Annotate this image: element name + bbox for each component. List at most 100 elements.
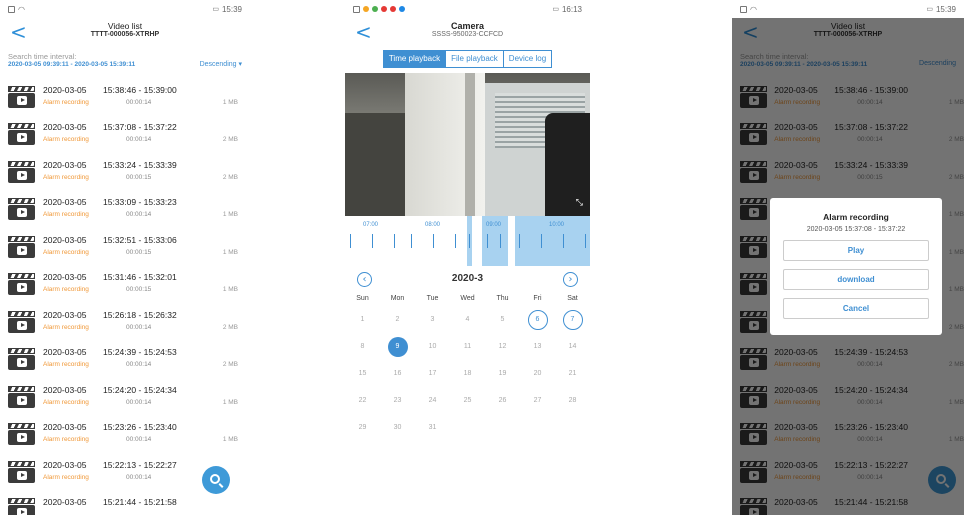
list-item[interactable]: 2020-03-05 15:24:39 - 15:24:53 Alarm recor… — [0, 341, 250, 379]
calendar-day[interactable]: 31 — [415, 414, 450, 441]
list-item[interactable]: 2020-03-05 15:33:09 - 15:33:23 Alarm recor… — [0, 191, 250, 229]
calendar-day[interactable]: 29 — [345, 414, 380, 441]
calendar-day[interactable]: 24 — [415, 387, 450, 414]
back-icon[interactable]: < — [355, 22, 372, 42]
app-icon — [381, 6, 387, 12]
calendar-day-number: 29 — [358, 423, 367, 431]
next-month-icon[interactable]: › — [563, 272, 578, 287]
list-item[interactable]: 2020-03-05 15:38:46 - 15:39:00 Alarm recor… — [0, 78, 250, 116]
calendar-day[interactable]: 20 — [520, 360, 555, 387]
calendar-day[interactable]: 16 — [380, 360, 415, 387]
record-time-range: 15:31:46 - 15:32:01 — [103, 272, 177, 283]
timeline-tick — [350, 234, 351, 248]
back-icon[interactable]: < — [10, 22, 27, 42]
calendar-day[interactable]: 4 — [450, 306, 485, 333]
search-button[interactable] — [202, 466, 230, 494]
calendar-day-number: 12 — [498, 342, 507, 350]
play-icon — [17, 283, 27, 293]
record-info: 2020-03-05 15:31:46 - 15:32:01 Alarm recor… — [43, 270, 238, 298]
app-icon — [399, 6, 405, 12]
calendar-day[interactable]: 1 — [345, 306, 380, 333]
video-clip-icon — [8, 85, 35, 108]
fullscreen-icon[interactable]: ⤡ — [576, 197, 583, 208]
tab-file-playback[interactable]: File playback — [446, 50, 504, 68]
record-size: 2 MB — [222, 323, 238, 331]
calendar-day[interactable]: 22 — [345, 387, 380, 414]
cancel-button[interactable]: Cancel — [783, 298, 929, 319]
calendar-day[interactable]: 19 — [485, 360, 520, 387]
search-interval[interactable]: Search time interval: 2020-03-05 09:39:1… — [0, 48, 250, 78]
calendar-day[interactable]: 14 — [555, 333, 590, 360]
calendar-day[interactable]: 7 — [555, 306, 590, 333]
calendar-weekday: Thu — [496, 295, 509, 302]
clapper-top — [8, 348, 35, 355]
record-size: 1 MB — [222, 98, 238, 106]
list-item[interactable]: 2020-03-05 15:37:08 - 15:37:22 Alarm recor… — [0, 116, 250, 154]
calendar-day[interactable]: 10 — [415, 333, 450, 360]
play-icon — [17, 358, 27, 368]
list-item[interactable]: 2020-03-05 15:32:51 - 15:33:06 Alarm recor… — [0, 228, 250, 266]
timeline-tick — [394, 234, 395, 248]
calendar-day-number: 3 — [430, 315, 435, 323]
calendar-day[interactable]: 30 — [380, 414, 415, 441]
calendar-day[interactable]: 23 — [380, 387, 415, 414]
calendar-day[interactable]: 8 — [345, 333, 380, 360]
download-button[interactable]: download — [783, 269, 929, 290]
calendar-day[interactable]: 13 — [520, 333, 555, 360]
calendar-day[interactable]: 6 — [520, 306, 555, 333]
sort-dropdown[interactable]: Descending ▾ — [200, 60, 242, 68]
play-button[interactable]: Play — [783, 240, 929, 261]
video-clip-icon — [8, 235, 35, 258]
calendar-day[interactable]: 11 — [450, 333, 485, 360]
calendar-day-number: 14 — [568, 342, 577, 350]
record-time-range: 15:33:24 - 15:33:39 — [103, 159, 177, 170]
calendar-day[interactable]: 2 — [380, 306, 415, 333]
calendar-day[interactable]: 3 — [415, 306, 450, 333]
tab-device-log[interactable]: Device log — [503, 50, 553, 68]
play-icon — [17, 95, 27, 105]
calendar-day[interactable]: 17 — [415, 360, 450, 387]
list-item[interactable]: 2020-03-05 15:31:46 - 15:32:01 Alarm recor… — [0, 266, 250, 304]
battery-icon: ▭ — [212, 6, 219, 13]
record-date: 2020-03-05 — [43, 84, 87, 95]
calendar-day[interactable]: 28 — [555, 387, 590, 414]
calendar-day-number: 4 — [465, 315, 470, 323]
record-type: Alarm recording — [43, 286, 89, 294]
calendar-day[interactable]: 25 — [450, 387, 485, 414]
calendar-day[interactable]: 26 — [485, 387, 520, 414]
calendar-day[interactable]: 12 — [485, 333, 520, 360]
sim-icon — [353, 5, 360, 13]
calendar-day[interactable]: 5 — [485, 306, 520, 333]
tab-time-playback[interactable]: Time playback — [382, 50, 447, 68]
calendar-day[interactable]: 15 — [345, 360, 380, 387]
video-clip-icon — [8, 498, 35, 515]
record-info: 2020-03-05 15:24:20 - 15:24:34 Alarm recor… — [43, 383, 238, 411]
video-clip-icon — [8, 423, 35, 446]
timeline-tick — [411, 234, 412, 248]
calendar-day[interactable]: 9 — [380, 333, 415, 360]
calendar-day[interactable]: 18 — [450, 360, 485, 387]
status-bar: ◠ ▭ 15:39 — [0, 0, 250, 18]
record-time-range: 15:22:13 - 15:22:27 — [103, 459, 177, 470]
timeline-tick — [433, 234, 434, 248]
video-player[interactable]: ⤡ — [345, 73, 590, 216]
battery-icon: ▭ — [552, 6, 559, 13]
play-icon — [17, 508, 27, 515]
clapper-top — [8, 385, 35, 392]
list-item[interactable]: 2020-03-05 15:33:24 - 15:33:39 Alarm recor… — [0, 153, 250, 191]
list-item[interactable]: 2020-03-05 15:24:20 - 15:24:34 Alarm recor… — [0, 378, 250, 416]
play-icon — [17, 470, 27, 480]
timeline[interactable]: 07:00 08:00 09:00 10:00 — [345, 216, 590, 266]
video-clip-icon — [8, 160, 35, 183]
calendar-day[interactable]: 21 — [555, 360, 590, 387]
clapper-top — [8, 273, 35, 280]
record-date: 2020-03-05 — [43, 309, 87, 320]
record-duration: 00:00:14 — [126, 361, 152, 369]
record-info: 2020-03-05 15:33:09 - 15:33:23 Alarm recor… — [43, 195, 238, 223]
list-item[interactable]: 2020-03-05 15:26:18 - 15:26:32 Alarm recor… — [0, 303, 250, 341]
list-item[interactable]: 2020-03-05 15:23:26 - 15:23:40 Alarm recor… — [0, 416, 250, 454]
calendar-day[interactable]: 27 — [520, 387, 555, 414]
calendar-day-number: 17 — [428, 369, 437, 377]
list-item[interactable]: 2020-03-05 15:21:44 - 15:21:58 — [0, 491, 250, 515]
app-icon — [372, 6, 378, 12]
